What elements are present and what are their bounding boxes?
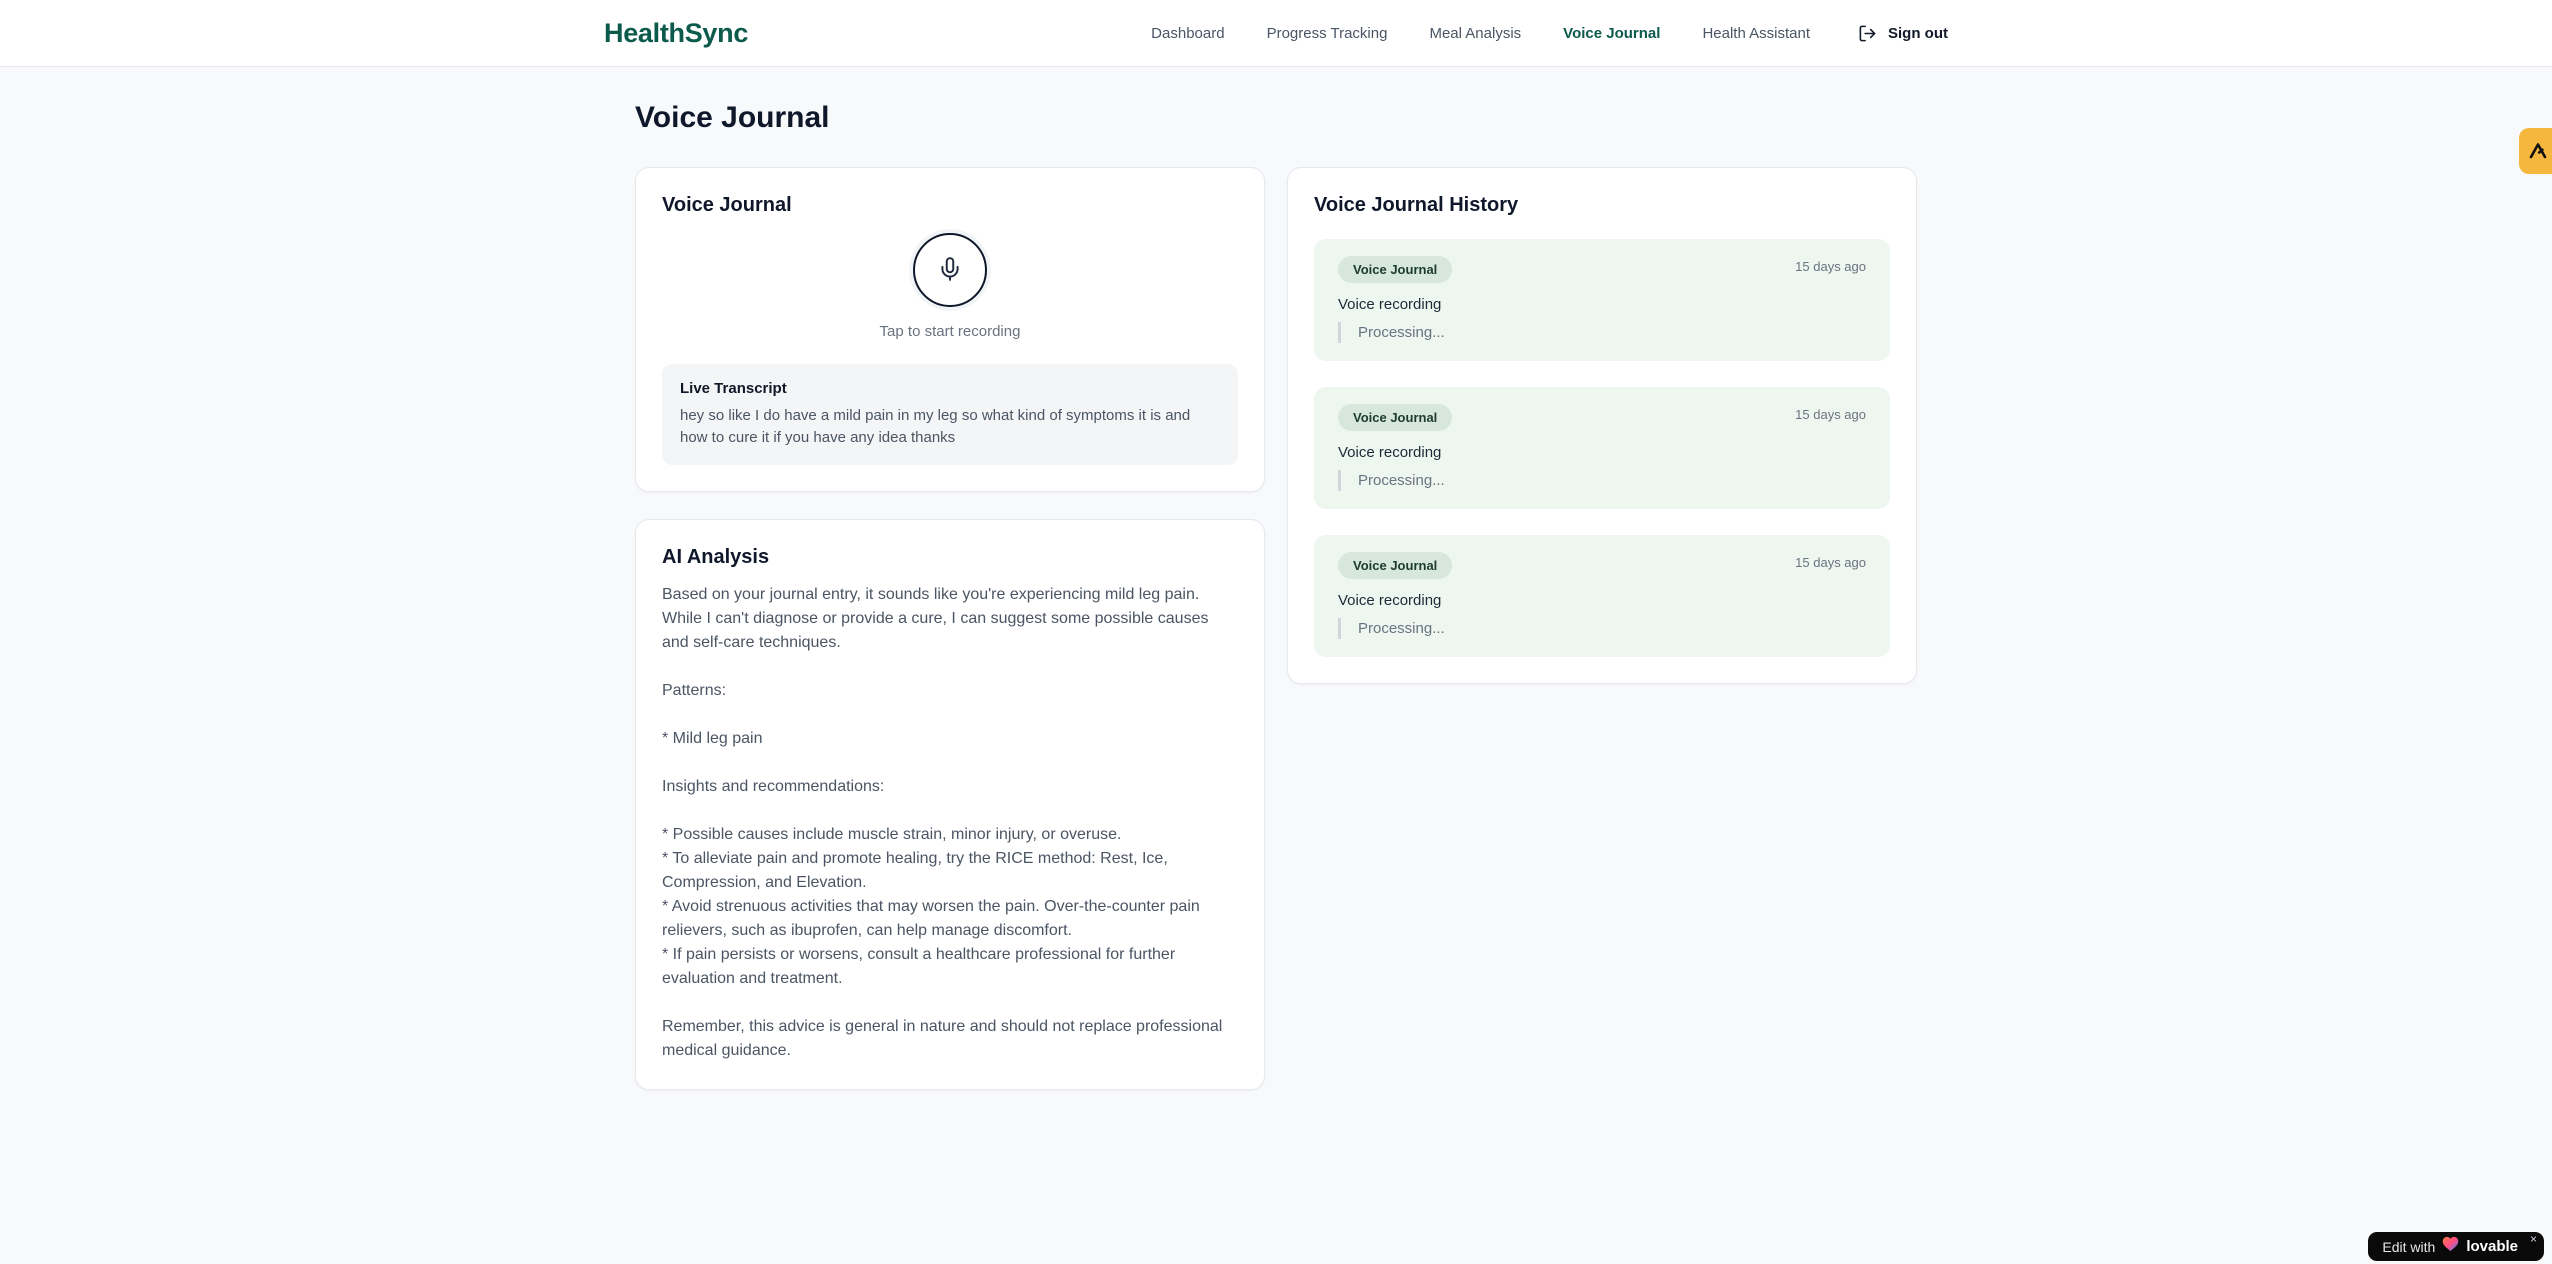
entry-type-badge: Voice Journal	[1338, 256, 1453, 283]
edit-with-lovable-badge[interactable]: Edit with lovable ×	[2368, 1232, 2544, 1261]
page-title: Voice Journal	[635, 101, 830, 134]
history-entry[interactable]: Voice Journal 15 days ago Voice recordin…	[1314, 239, 1890, 361]
history-entry[interactable]: Voice Journal 15 days ago Voice recordin…	[1314, 535, 1890, 657]
nav-links: Dashboard Progress Tracking Meal Analysi…	[1151, 25, 1810, 42]
ai-analysis-title: AI Analysis	[662, 546, 770, 568]
history-list: Voice Journal 15 days ago Voice recordin…	[1314, 239, 1890, 657]
entry-type-badge: Voice Journal	[1338, 552, 1453, 579]
entry-timestamp: 15 days ago	[1795, 555, 1866, 570]
entry-status: Processing...	[1338, 618, 1866, 639]
entry-type-badge: Voice Journal	[1338, 404, 1453, 431]
entry-label: Voice recording	[1338, 296, 1442, 313]
lovable-prefix-label: Edit with	[2382, 1238, 2436, 1255]
nav-item-health-assistant[interactable]: Health Assistant	[1702, 25, 1810, 42]
record-button[interactable]	[913, 233, 987, 307]
live-transcript-title: Live Transcript	[680, 380, 787, 397]
voice-recorder-card: Voice Journal Tap to start recording Liv…	[635, 167, 1265, 492]
brand-logo[interactable]: HealthSync	[604, 18, 748, 49]
tap-to-record-hint: Tap to start recording	[879, 323, 1021, 340]
nav-item-dashboard[interactable]: Dashboard	[1151, 25, 1224, 42]
main-content: Voice Journal Voice Journal Tap to start…	[635, 67, 1917, 1090]
right-column: Voice Journal History Voice Journal 15 d…	[1287, 167, 1917, 684]
entry-timestamp: 15 days ago	[1795, 259, 1866, 274]
entry-status: Processing...	[1338, 322, 1866, 343]
left-column: Voice Journal Tap to start recording Liv…	[635, 167, 1265, 1090]
recorder-card-title: Voice Journal	[662, 194, 792, 216]
entry-label: Voice recording	[1338, 444, 1442, 461]
history-card-title: Voice Journal History	[1314, 194, 1519, 216]
logout-icon	[1858, 24, 1877, 43]
history-entry[interactable]: Voice Journal 15 days ago Voice recordin…	[1314, 387, 1890, 509]
lovable-brand-label: lovable	[2466, 1238, 2518, 1255]
close-icon[interactable]: ×	[2530, 1233, 2537, 1245]
entry-status: Processing...	[1338, 470, 1866, 491]
ai-analysis-card: AI Analysis Based on your journal entry,…	[635, 519, 1265, 1090]
nav-item-progress-tracking[interactable]: Progress Tracking	[1267, 25, 1388, 42]
sign-out-label: Sign out	[1888, 24, 1948, 42]
sign-out-button[interactable]: Sign out	[1858, 24, 1948, 43]
live-transcript-text: hey so like I do have a mild pain in my …	[680, 407, 1191, 446]
microphone-icon	[937, 256, 963, 285]
entry-timestamp: 15 days ago	[1795, 407, 1866, 422]
voice-journal-history-card: Voice Journal History Voice Journal 15 d…	[1287, 167, 1917, 684]
ai-analysis-body: Based on your journal entry, it sounds l…	[662, 586, 1223, 1059]
lovable-caret-logo-icon	[2526, 139, 2550, 163]
nav-item-meal-analysis[interactable]: Meal Analysis	[1429, 25, 1521, 42]
top-navbar: HealthSync Dashboard Progress Tracking M…	[0, 0, 2552, 67]
nav-item-voice-journal[interactable]: Voice Journal	[1563, 25, 1660, 42]
live-transcript-box: Live Transcript hey so like I do have a …	[662, 364, 1238, 465]
entry-label: Voice recording	[1338, 592, 1442, 609]
edge-widget-tab[interactable]	[2519, 128, 2552, 174]
heart-gradient-icon	[2442, 1236, 2459, 1257]
